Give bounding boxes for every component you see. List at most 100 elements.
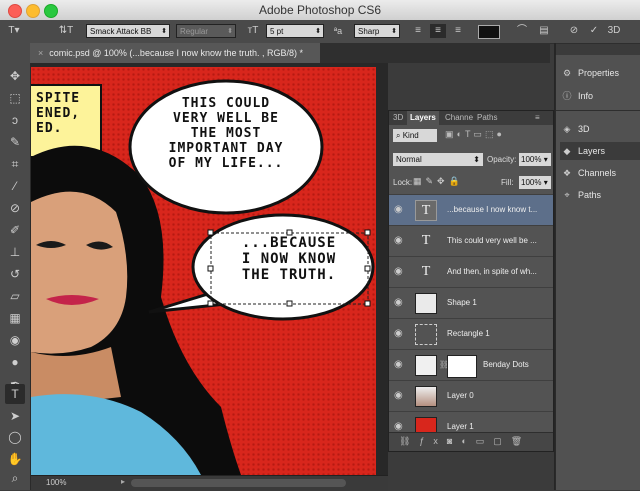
layer-row[interactable]: ◉ T And then, in spite of wh...	[389, 256, 553, 287]
blur-tool-icon[interactable]: ◉	[5, 330, 25, 350]
panel-dock: ⚙ Properties ⓘ Info ◈ 3D ◆ Layers ❖ Channels …	[555, 55, 640, 490]
status-menu-arrow-icon[interactable]: ▸	[121, 477, 125, 486]
type-tool-preset-icon[interactable]: T▾	[6, 24, 22, 38]
text-layer-icon: T	[415, 200, 437, 221]
align-center-icon[interactable]: ≡	[430, 24, 446, 38]
mask-thumbnail[interactable]	[447, 355, 477, 378]
layer-action-icons[interactable]: ⛓ƒx◙◐▭▢🗑	[399, 436, 531, 447]
close-tab-icon[interactable]: ×	[38, 48, 43, 58]
healing-brush-tool-icon[interactable]: ⊘	[5, 198, 25, 218]
title-bar: Adobe Photoshop CS6	[0, 0, 640, 21]
align-right-icon[interactable]: ≡	[450, 24, 466, 38]
layer-row[interactable]: ◉ ⛓ Benday Dots	[389, 349, 553, 380]
type-tool-icon[interactable]: T	[5, 384, 25, 404]
text-layer-icon: T	[421, 233, 431, 248]
dodge-tool-icon[interactable]: ●	[5, 352, 25, 372]
layer-row[interactable]: ◉ Layer 0	[389, 380, 553, 411]
text-color-swatch[interactable]	[478, 25, 500, 39]
font-family-select[interactable]: Smack Attack BB ⬍	[86, 24, 170, 38]
canvas-area[interactable]: SPITE ENED, ED. THIS COULD VERY WELL BE …	[31, 63, 388, 475]
eraser-tool-icon[interactable]: ▱	[5, 286, 25, 306]
fill-input[interactable]: 100% ▾	[519, 176, 551, 189]
comic-canvas[interactable]: SPITE ENED, ED. THIS COULD VERY WELL BE …	[31, 67, 376, 475]
document-tab[interactable]: × comic.psd @ 100% (...because I now know…	[30, 43, 320, 63]
ellipse-tool-icon[interactable]: ◯	[5, 427, 25, 447]
zoom-level[interactable]: 100%	[46, 478, 66, 487]
zoom-tool-icon[interactable]: ⌕	[5, 468, 25, 488]
bubble-1-text[interactable]: THIS COULD VERY WELL BE THE MOST IMPORTA…	[146, 96, 306, 172]
window-title: Adobe Photoshop CS6	[258, 3, 382, 17]
toggle-orientation-icon[interactable]: ⇅T	[58, 24, 74, 38]
marquee-tool-icon[interactable]: ⬚	[5, 88, 25, 108]
visibility-eye-icon[interactable]: ◉	[394, 297, 406, 309]
quick-select-tool-icon[interactable]: ✎	[5, 132, 25, 152]
layer-row[interactable]: ◉ Shape 1	[389, 287, 553, 318]
brush-tool-icon[interactable]: ✐	[5, 220, 25, 240]
blend-mode-select[interactable]: Normal ⬍	[393, 153, 483, 166]
dock-item-info[interactable]: ⓘ Info	[560, 87, 640, 105]
visibility-eye-icon[interactable]: ◉	[394, 359, 406, 371]
layer-row[interactable]: ◉ T This could very well be ...	[389, 225, 553, 256]
document-tab-bar: × comic.psd @ 100% (...because I now know…	[30, 43, 550, 63]
opacity-input[interactable]: 100% ▾	[519, 153, 551, 166]
layers-footer: ⛓ƒx◙◐▭▢🗑	[389, 432, 553, 451]
layers-icon: ◆	[563, 146, 571, 156]
layer-name: Shape 1	[447, 298, 477, 307]
bbox-handle	[207, 300, 214, 307]
clone-stamp-tool-icon[interactable]: ⊥	[5, 242, 25, 262]
bubble-2-text[interactable]: ...BECAUSE I NOW KNOW THE TRUTH.	[209, 235, 369, 283]
path-selection-tool-icon[interactable]: ➤	[5, 406, 25, 426]
align-left-icon[interactable]: ≡	[410, 24, 426, 38]
layer-name: This could very well be ...	[447, 236, 537, 245]
tab-layers[interactable]: Layers	[407, 111, 439, 125]
visibility-eye-icon[interactable]: ◉	[394, 328, 406, 340]
layer-row[interactable]: ◉ T ...because I now know t...	[389, 194, 553, 225]
panel-menu-icon[interactable]: ≡	[535, 111, 540, 125]
layer-row[interactable]: ◉ Rectangle 1	[389, 318, 553, 349]
pattern-thumbnail	[415, 355, 437, 376]
crop-tool-icon[interactable]: ⌗	[5, 154, 25, 174]
horizontal-scrollbar[interactable]	[131, 479, 346, 487]
layer-name: And then, in spite of wh...	[447, 267, 537, 276]
layer-name: Rectangle 1	[447, 329, 490, 338]
opacity-label: Opacity:	[487, 155, 517, 164]
kind-filter-select[interactable]: ⌕ Kind	[393, 129, 437, 142]
gradient-tool-icon[interactable]: ▦	[5, 308, 25, 328]
cancel-edit-icon[interactable]: ⊘	[566, 24, 582, 38]
tab-3d[interactable]: 3D	[393, 111, 403, 125]
tab-paths[interactable]: Paths	[477, 111, 497, 125]
3d-text-icon[interactable]: 3D	[606, 24, 622, 38]
fill-label: Fill:	[501, 178, 514, 187]
layers-panel: 3D Layers Channe Paths ≡ ⌕ Kind ▣◐T▭⬚● N…	[388, 110, 554, 452]
commit-edit-icon[interactable]: ✓	[586, 24, 602, 38]
lasso-tool-icon[interactable]: ↄ	[5, 110, 25, 130]
dock-item-layers[interactable]: ◆ Layers	[560, 142, 640, 160]
eyedropper-tool-icon[interactable]: ⁄	[5, 176, 25, 196]
tab-channels[interactable]: Channe	[445, 111, 473, 125]
antialias-icon: ªa	[333, 26, 343, 36]
dock-item-paths[interactable]: ⌖ Paths	[560, 186, 640, 204]
dock-item-3d[interactable]: ◈ 3D	[560, 120, 640, 138]
photo-thumbnail	[415, 386, 437, 407]
lock-icons[interactable]: ▦✎✥🔒	[413, 176, 464, 187]
warp-text-icon[interactable]: ⌒	[514, 24, 530, 38]
antialias-select[interactable]: Sharp ⬍	[354, 24, 400, 38]
visibility-eye-icon[interactable]: ◉	[394, 204, 406, 216]
character-panel-icon[interactable]: ▤	[536, 24, 552, 38]
visibility-eye-icon[interactable]: ◉	[394, 266, 406, 278]
font-size-select[interactable]: 5 pt ⬍	[266, 24, 324, 38]
visibility-eye-icon[interactable]: ◉	[394, 235, 406, 247]
layer-name: Layer 0	[447, 391, 474, 400]
face-shape	[31, 191, 128, 354]
dock-item-channels[interactable]: ❖ Channels	[560, 164, 640, 182]
visibility-eye-icon[interactable]: ◉	[394, 390, 406, 402]
dock-item-properties[interactable]: ⚙ Properties	[560, 64, 640, 82]
font-style-select[interactable]: Regular ⬍	[176, 24, 236, 38]
filter-icons[interactable]: ▣◐T▭⬚●	[445, 129, 531, 142]
hand-tool-icon[interactable]: ✋	[5, 449, 25, 469]
bbox-handle	[286, 300, 293, 307]
layer-name: Benday Dots	[483, 360, 529, 369]
text-layer-icon: T	[421, 264, 431, 279]
move-tool-icon[interactable]: ✥	[5, 66, 25, 86]
history-brush-tool-icon[interactable]: ↺	[5, 264, 25, 284]
